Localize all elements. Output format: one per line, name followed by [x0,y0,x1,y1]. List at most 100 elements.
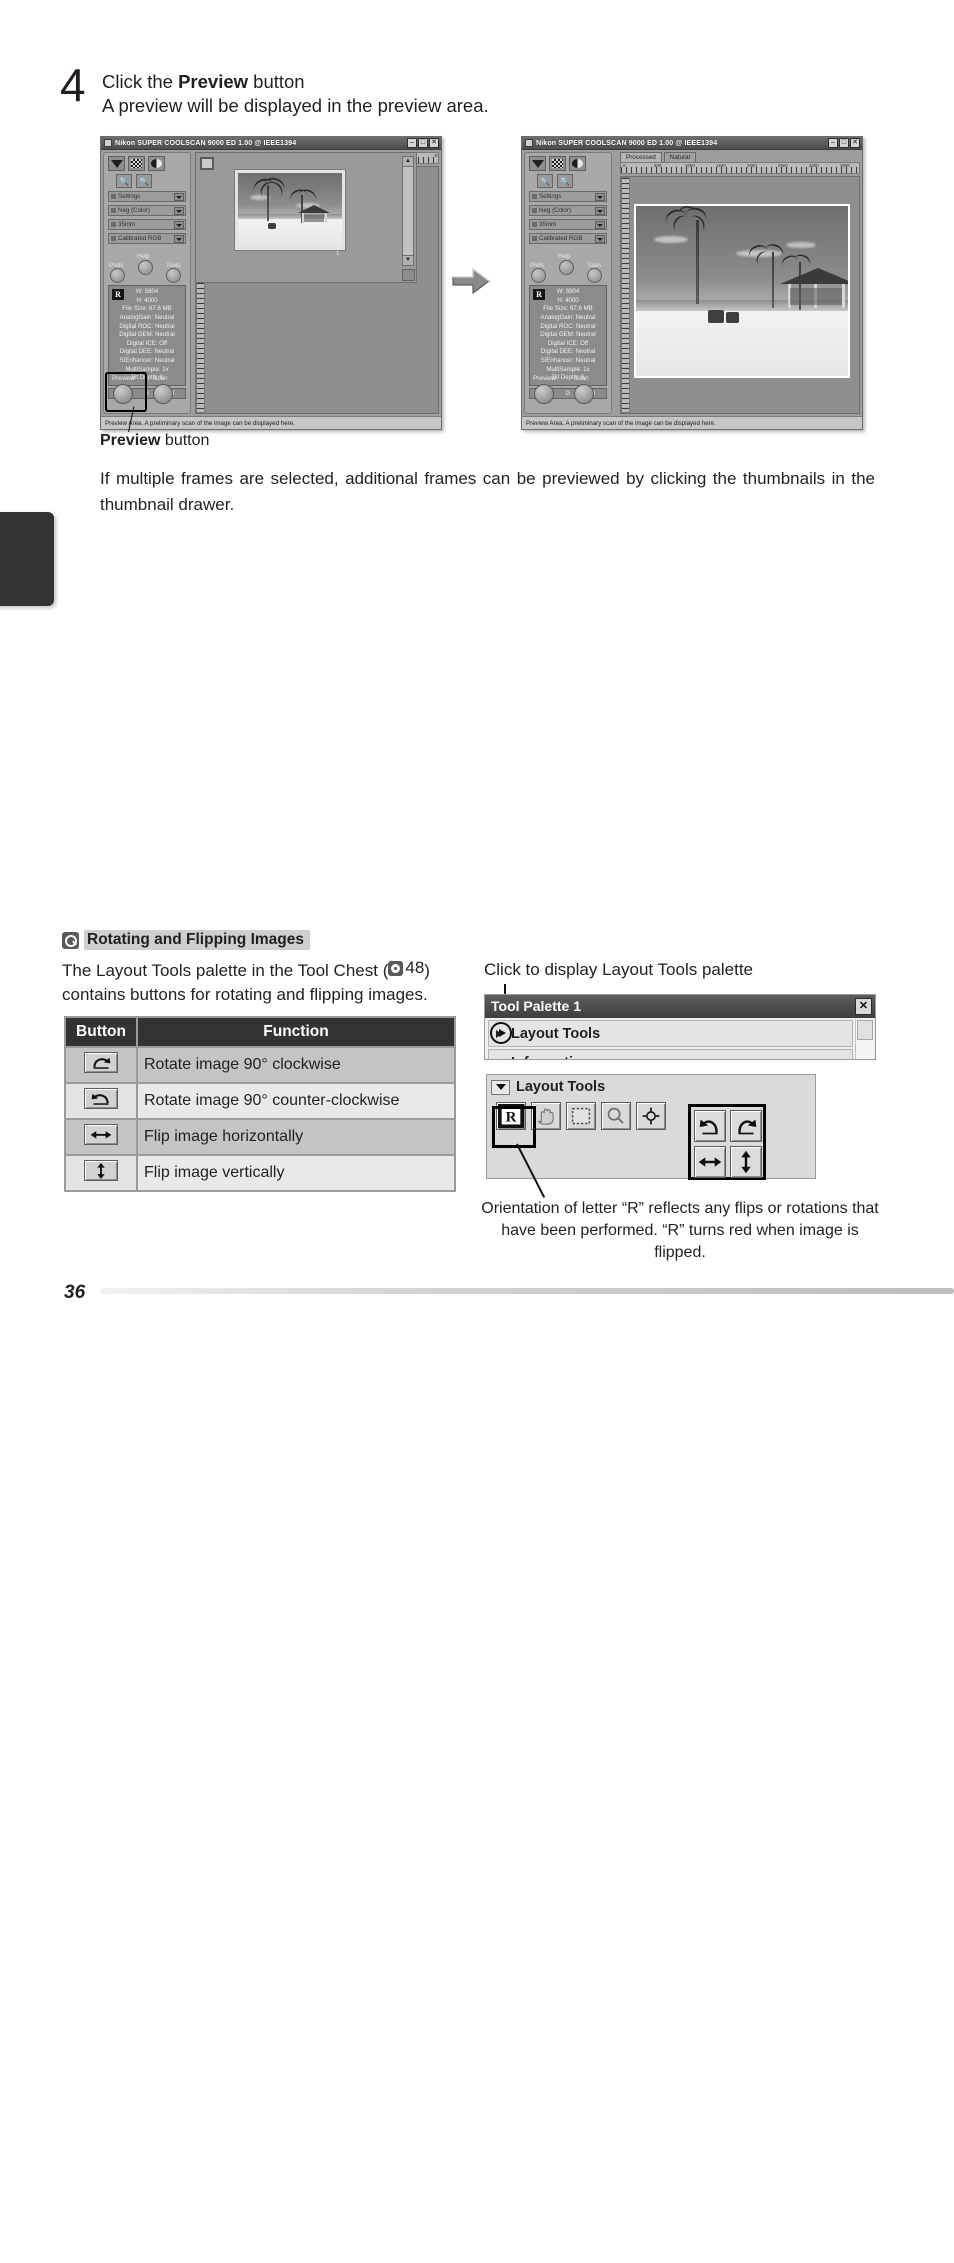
tools-knob[interactable] [587,268,602,283]
flip-h-icon[interactable] [84,1124,118,1145]
layout-tools-caption: Orientation of letter “R” reflects any f… [481,1200,879,1262]
rotate-cw-icon[interactable] [730,1110,762,1142]
palette-scrollbar[interactable] [855,1019,874,1059]
preview-button[interactable] [534,384,554,404]
chevron-down-icon[interactable] [174,193,184,201]
table-row: Rotate image 90° counter-clockwise [64,1082,456,1120]
chevron-down-icon[interactable] [595,193,605,201]
ruler-ticks [621,167,859,173]
dropdown-settings[interactable]: Settings [108,191,186,202]
close-button[interactable]: ✕ [429,138,439,148]
cell-function: Flip image vertically [136,1154,456,1192]
chevron-down-icon[interactable] [174,207,184,215]
drawer-scrollbar[interactable]: ▲ ▼ [402,156,414,266]
prefs-knob[interactable] [110,268,125,283]
tab-natural[interactable]: Natural [663,152,697,162]
dropdown-film-size[interactable]: 35mm [108,219,186,230]
drawer-select-button[interactable] [200,157,214,170]
dropdown-film-type[interactable]: Neg (Color) [108,205,186,216]
prefs-knob[interactable] [531,268,546,283]
rotate-ccw-icon[interactable] [694,1110,726,1142]
cell-button [64,1046,138,1084]
help-knob[interactable] [138,260,153,275]
collapse-triangle-icon[interactable] [491,1079,510,1095]
scan-button-label: Scan [574,375,589,382]
magnifier-note-icon [62,931,79,949]
zoom-icon[interactable] [601,1102,631,1130]
thumbnail-drawer[interactable]: 1 ▲ ▼ [195,152,417,283]
maximize-button[interactable]: □ [839,138,849,148]
scroll-up-icon[interactable]: ▲ [403,157,413,167]
dropdown-bullet [111,236,116,241]
minimize-button[interactable]: – [407,138,417,148]
scanner-window-after: Nikon SUPER COOLSCAN 9000 ED 1.00 @ IEEE… [521,136,863,430]
flip-h-icon[interactable] [694,1146,726,1178]
checker-icon[interactable] [549,156,566,171]
close-button[interactable]: ✕ [850,138,860,148]
scanner-window-before: Nikon SUPER COOLSCAN 9000 ED 1.00 @ IEEE… [100,136,442,430]
help-label: Help [558,253,571,260]
button-function-table: Button Function Rotate image 90° clockwi… [64,1016,456,1192]
marquee-icon[interactable] [566,1102,596,1130]
dropdown-bullet [111,194,116,199]
scroll-down-icon[interactable]: ▼ [403,255,413,265]
flip-v-icon[interactable] [730,1146,762,1178]
flip-v-icon[interactable] [84,1160,118,1181]
minimize-button[interactable]: – [828,138,838,148]
dropdown-film-type[interactable]: Neg (Color) [529,205,607,216]
scrollbar-thumb[interactable] [857,1020,873,1040]
tab-processed[interactable]: Processed [620,152,662,162]
chevron-down-icon[interactable] [595,221,605,229]
thumbnail-item[interactable] [234,169,346,251]
crosshair-icon[interactable] [636,1102,666,1130]
help-knob[interactable] [559,260,574,275]
dropdown-settings[interactable]: Settings [529,191,607,202]
info-sienhancer: SIEnhancer: Neutral [119,357,175,365]
r-orientation-icon: R [112,289,124,300]
dropdown-color-space[interactable]: Calibrated RGB [108,233,186,244]
chevron-down-icon[interactable] [595,207,605,215]
utility-knob-row: Prefs Help Tools [104,249,190,283]
preview-canvas[interactable] [620,176,860,414]
zoom-in-icon[interactable]: 🔍 [136,174,152,188]
funnel-icon[interactable] [108,156,125,171]
scan-button[interactable] [574,384,594,404]
funnel-icon[interactable] [529,156,546,171]
palette-row-layout-tools[interactable]: Layout Tools [488,1020,853,1047]
maximize-button[interactable]: □ [418,138,428,148]
tools-knob[interactable] [166,268,181,283]
tool-palette-callout: Click to display Layout Tools palette [484,960,754,979]
scan-button[interactable] [153,384,173,404]
cell-button [64,1154,138,1192]
checker-icon[interactable] [128,156,145,171]
zoom-out-icon[interactable]: 🔍 [116,174,132,188]
chevron-down-icon[interactable] [595,235,605,243]
contrast-icon[interactable] [148,156,165,171]
dropdown-color-space[interactable]: Calibrated RGB [529,233,607,244]
chevron-down-icon[interactable] [174,235,184,243]
dropdown-color-space-label: Calibrated RGB [539,235,583,242]
palette-row-information[interactable]: Information [488,1049,853,1059]
dropdown-film-size[interactable]: 35mm [529,219,607,230]
section-thumb-tab [0,512,54,606]
page-number: 36 [64,1282,86,1303]
contrast-icon[interactable] [569,156,586,171]
app-icon [525,139,533,147]
preview-area: 2000 2500 3000 3500 4000 [195,152,439,414]
chevron-down-icon[interactable] [174,221,184,229]
info-sienhancer: SIEnhancer: Neutral [540,357,596,365]
rotate-ccw-icon[interactable] [84,1088,118,1109]
drawer-resize-grip[interactable] [402,269,415,281]
info-roc: Digital ROC: Neutral [540,322,596,330]
zoom-in-icon[interactable]: 🔍 [557,174,573,188]
info-gem: Digital GEM: Neutral [540,331,596,339]
close-icon[interactable]: ✕ [855,998,872,1015]
step-title-bold: Preview [178,71,249,92]
page-ref-icon [388,960,404,976]
cell-function: Rotate image 90° clockwise [136,1046,456,1084]
r-button-highlight [492,1106,536,1148]
rotate-cw-icon[interactable] [84,1052,118,1073]
note-text: The Layout Tools palette in the Tool Che… [62,956,462,1008]
zoom-out-icon[interactable]: 🔍 [537,174,553,188]
table-row: Rotate image 90° clockwise [64,1046,456,1084]
